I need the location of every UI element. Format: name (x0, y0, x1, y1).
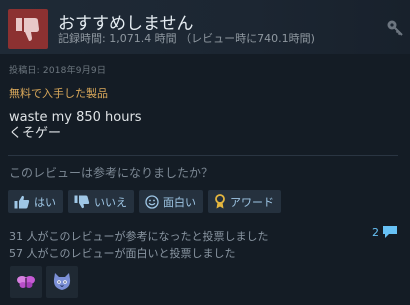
vote-yes-label: はい (34, 195, 56, 209)
review-body: waste my 850 hours くそゲー (9, 110, 142, 142)
key-icon (387, 20, 403, 36)
review-body-line: waste my 850 hours (9, 110, 142, 125)
vote-funny-label: 面白い (163, 195, 196, 209)
playtime: 記録時間: 1,071.4 時間 （レビュー時に740.1時間) (58, 32, 315, 45)
comment-count: 2 (372, 225, 379, 239)
award-badge[interactable] (10, 266, 42, 298)
divider (8, 155, 398, 156)
comment-bubble-icon (383, 226, 397, 238)
award-ribbon-icon (215, 194, 225, 209)
award-label: アワード (230, 195, 274, 209)
vote-no-label: いいえ (94, 195, 127, 209)
pink-butterfly-award-icon (17, 276, 35, 288)
posted-date: 投稿日: 2018年9月9日 (9, 66, 107, 76)
comment-count-link[interactable]: 2 (372, 225, 398, 239)
award-badge[interactable] (46, 266, 78, 298)
vote-buttons: はい いいえ 面白い アワード (8, 190, 281, 213)
vote-no-button[interactable]: いいえ (68, 190, 134, 213)
thumbs-down-icon (74, 195, 90, 208)
thumbs-up-icon (14, 195, 30, 208)
thumbs-down-icon (16, 18, 39, 41)
award-button[interactable]: アワード (208, 190, 281, 213)
review-header: おすすめしません 記録時間: 1,071.4 時間 （レビュー時に740.1時間… (0, 0, 410, 54)
vote-funny-button[interactable]: 面白い (139, 190, 203, 213)
helpful-question: このレビューは参考になりましたか？ (9, 166, 214, 180)
review-body-line: くそゲー (9, 126, 62, 141)
vote-stats: 31 人がこのレビューが参考になったと投票しました 57 人がこのレビューが面白… (9, 228, 269, 262)
helpful-stat: 31 人がこのレビューが参考になったと投票しました (9, 230, 269, 243)
free-product-label: 無料で入手した製品 (9, 87, 108, 100)
not-recommended-badge (8, 9, 48, 49)
funny-stat: 57 人がこのレビューが面白いと投票しました (9, 247, 236, 260)
cat-face-award-icon (53, 273, 71, 290)
review-card: おすすめしません 記録時間: 1,071.4 時間 （レビュー時に740.1時間… (0, 0, 410, 305)
vote-yes-button[interactable]: はい (8, 190, 63, 213)
smile-icon (145, 194, 159, 209)
